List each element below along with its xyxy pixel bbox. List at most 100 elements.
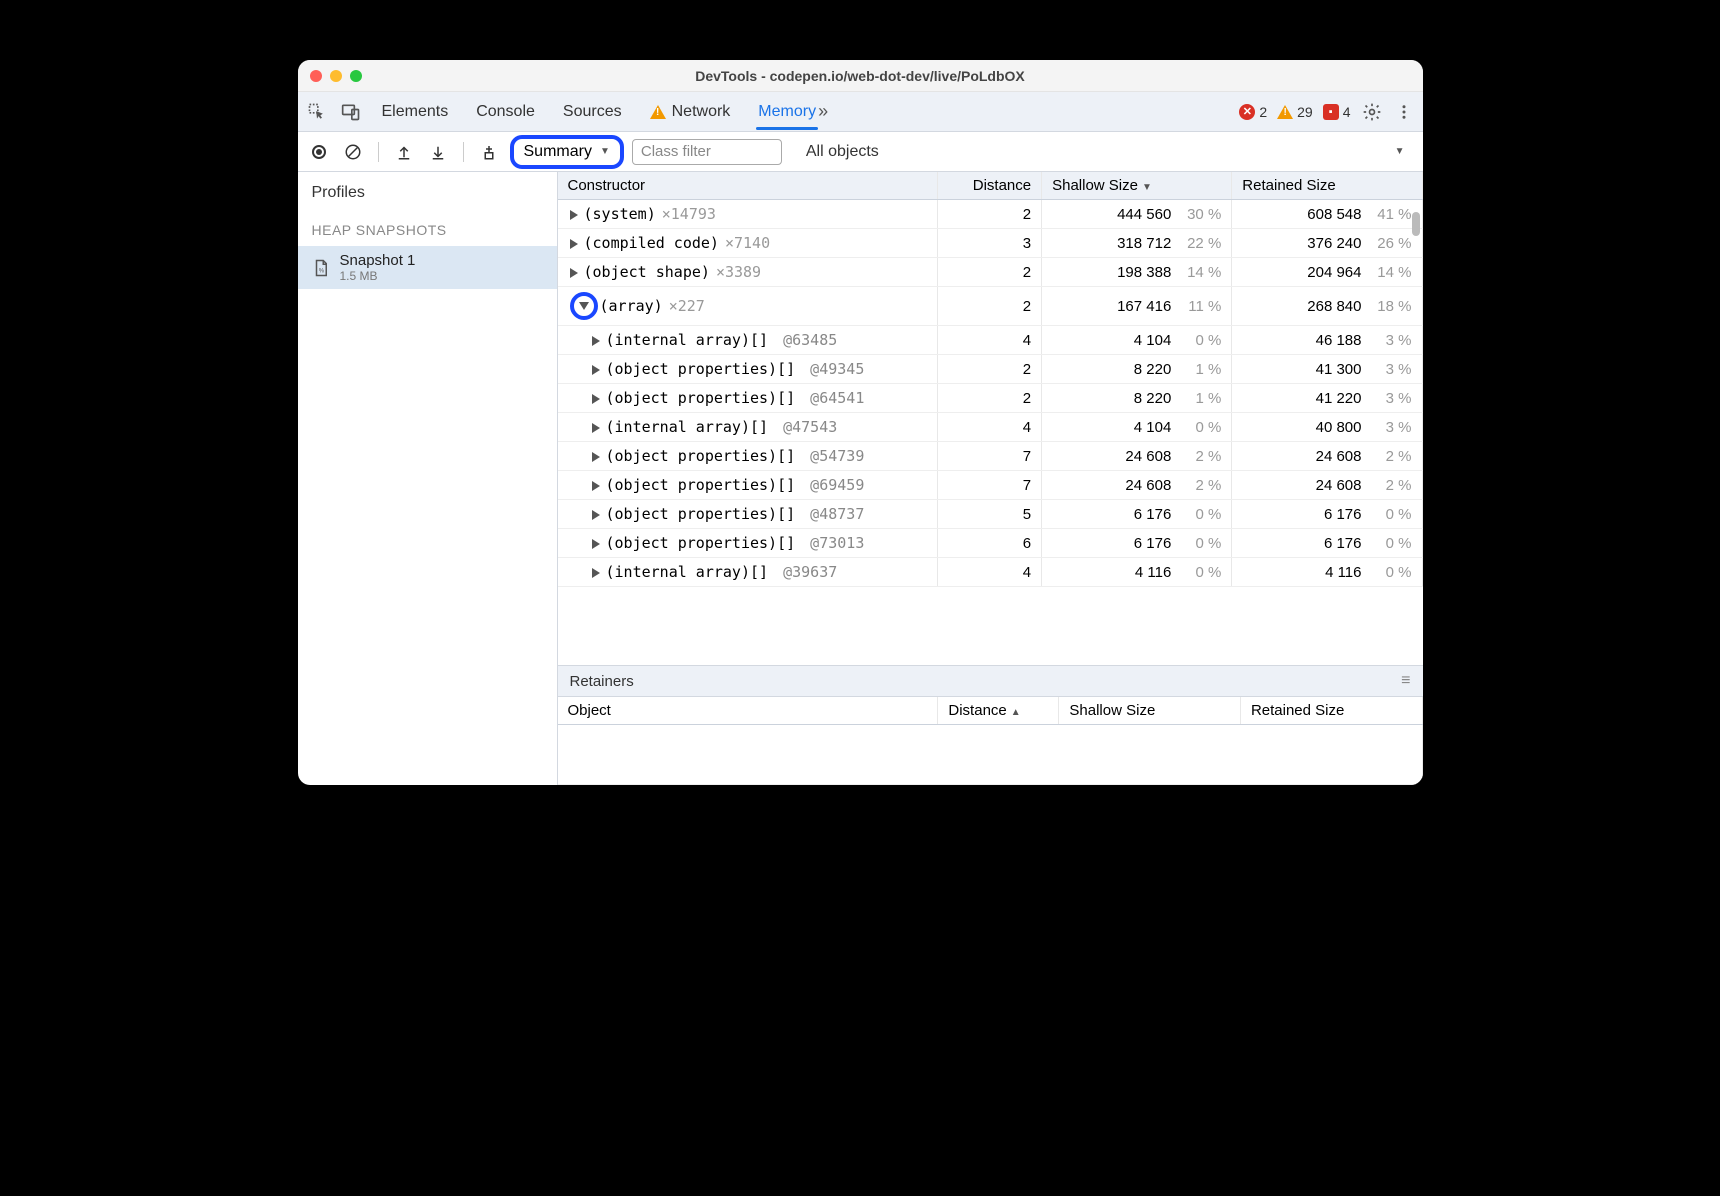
tab-sources[interactable]: Sources <box>561 95 624 129</box>
distance-value: 4 <box>938 558 1042 587</box>
table-row[interactable]: (object properties)[] @69459724 6082 %24… <box>558 471 1423 500</box>
object-ref: @54739 <box>801 447 864 465</box>
header-retained-size[interactable]: Retained Size <box>1232 172 1422 200</box>
profiles-sidebar: Profiles HEAP SNAPSHOTS % Snapshot 1 1.5… <box>298 172 558 785</box>
objects-filter-dropdown[interactable]: All objects <box>806 143 879 161</box>
distance-value: 2 <box>938 355 1042 384</box>
table-row[interactable]: (internal array)[] @6348544 1040 %46 188… <box>558 326 1423 355</box>
snapshot-name: Snapshot 1 <box>340 252 416 269</box>
table-row[interactable]: (object properties)[] @54739724 6082 %24… <box>558 442 1423 471</box>
window-title: DevTools - codepen.io/web-dot-dev/live/P… <box>298 68 1423 84</box>
error-badge[interactable]: ✕2 <box>1239 104 1267 120</box>
disclosure-triangle-icon[interactable] <box>592 568 600 578</box>
device-toolbar-icon[interactable] <box>340 101 362 123</box>
table-row[interactable]: (object properties)[] @4873756 1760 %6 1… <box>558 500 1423 529</box>
constructor-name: (object properties)[] <box>606 476 796 494</box>
inspect-element-icon[interactable] <box>306 101 328 123</box>
gc-button[interactable] <box>476 139 502 165</box>
class-filter-input[interactable] <box>632 139 782 165</box>
table-row[interactable]: (system)×147932444 56030 %608 54841 % <box>558 200 1423 229</box>
clear-button[interactable] <box>340 139 366 165</box>
retained-pct: 0 % <box>1372 564 1412 581</box>
shallow-value: 318 712 <box>1117 235 1171 252</box>
table-row[interactable]: (object properties)[] @6454128 2201 %41 … <box>558 384 1423 413</box>
retainers-header-object[interactable]: Object <box>558 697 938 725</box>
shallow-pct: 0 % <box>1181 332 1221 349</box>
disclosure-triangle-icon[interactable] <box>592 394 600 404</box>
shallow-value: 444 560 <box>1117 206 1171 223</box>
disclosure-triangle-icon[interactable] <box>592 452 600 462</box>
tab-elements[interactable]: Elements <box>380 95 451 129</box>
upload-button[interactable] <box>391 139 417 165</box>
retained-value: 24 608 <box>1316 448 1362 465</box>
table-row[interactable]: (object shape)×33892198 38814 %204 96414… <box>558 258 1423 287</box>
perspective-dropdown[interactable]: Summary ▼ <box>510 135 624 169</box>
record-button[interactable] <box>306 139 332 165</box>
table-row[interactable]: (internal array)[] @4754344 1040 %40 800… <box>558 413 1423 442</box>
retained-value: 268 840 <box>1307 298 1361 315</box>
header-constructor[interactable]: Constructor <box>558 172 938 200</box>
secondary-dropdown-arrow[interactable]: ▼ <box>1395 146 1405 157</box>
instance-count: ×14793 <box>662 205 716 223</box>
constructors-table: Constructor Distance Shallow Size▼ Retai… <box>558 172 1423 587</box>
tab-memory[interactable]: Memory <box>756 95 818 129</box>
distance-value: 2 <box>938 384 1042 413</box>
table-row[interactable]: (object properties)[] @7301366 1760 %6 1… <box>558 529 1423 558</box>
warning-icon <box>650 105 666 119</box>
shallow-pct: 0 % <box>1181 564 1221 581</box>
snapshot-size: 1.5 MB <box>340 269 416 283</box>
disclosure-triangle-icon[interactable] <box>592 481 600 491</box>
disclosure-triangle-icon[interactable] <box>592 510 600 520</box>
disclosure-triangle-icon[interactable] <box>570 210 578 220</box>
retained-value: 4 116 <box>1325 564 1361 581</box>
titlebar: DevTools - codepen.io/web-dot-dev/live/P… <box>298 60 1423 92</box>
distance-value: 4 <box>938 413 1042 442</box>
issues-badge[interactable]: ▪4 <box>1323 104 1351 120</box>
distance-value: 7 <box>938 442 1042 471</box>
chevron-down-icon: ▼ <box>600 146 610 157</box>
disclosure-triangle-icon[interactable] <box>570 239 578 249</box>
profiles-heading: Profiles <box>298 172 557 206</box>
retained-value: 41 220 <box>1316 390 1362 407</box>
scrollbar-thumb[interactable] <box>1412 212 1420 236</box>
gear-icon[interactable] <box>1361 101 1383 123</box>
table-row[interactable]: (array)×2272167 41611 %268 84018 % <box>558 287 1423 326</box>
svg-text:%: % <box>318 268 324 274</box>
retainers-table: Object Distance▲ Shallow Size Retained S… <box>558 697 1423 785</box>
shallow-pct: 1 % <box>1181 361 1221 378</box>
sidebar-item-snapshot[interactable]: % Snapshot 1 1.5 MB <box>298 246 557 289</box>
tab-console[interactable]: Console <box>474 95 537 129</box>
snapshot-file-icon: % <box>312 257 330 279</box>
table-row[interactable]: (internal array)[] @3963744 1160 %4 1160… <box>558 558 1423 587</box>
disclosure-triangle-icon[interactable] <box>592 423 600 433</box>
distance-value: 3 <box>938 229 1042 258</box>
disclosure-triangle-icon[interactable] <box>592 365 600 375</box>
retainers-header-shallow[interactable]: Shallow Size <box>1059 697 1241 725</box>
object-ref: @39637 <box>774 563 837 581</box>
constructor-name: (compiled code) <box>584 234 719 252</box>
download-button[interactable] <box>425 139 451 165</box>
kebab-menu-icon[interactable] <box>1393 101 1415 123</box>
retainers-header-retained[interactable]: Retained Size <box>1240 697 1422 725</box>
retainers-menu-icon[interactable]: ≡ <box>1401 672 1410 690</box>
table-row[interactable]: (compiled code)×71403318 71222 %376 2402… <box>558 229 1423 258</box>
shallow-value: 4 104 <box>1134 332 1172 349</box>
sort-asc-icon: ▲ <box>1011 707 1021 718</box>
more-tabs-icon[interactable]: » <box>818 101 824 122</box>
disclosure-triangle-icon[interactable] <box>592 336 600 346</box>
disclosure-triangle-icon[interactable] <box>592 539 600 549</box>
header-shallow-size[interactable]: Shallow Size▼ <box>1042 172 1232 200</box>
disclosure-triangle-icon[interactable] <box>570 268 578 278</box>
expand-toggle-highlighted[interactable] <box>570 292 598 320</box>
table-row[interactable]: (object properties)[] @4934528 2201 %41 … <box>558 355 1423 384</box>
constructor-name: (object properties)[] <box>606 534 796 552</box>
object-ref: @48737 <box>801 505 864 523</box>
retained-pct: 41 % <box>1372 206 1412 223</box>
retainers-header-distance[interactable]: Distance▲ <box>938 697 1059 725</box>
warning-badge[interactable]: 29 <box>1277 104 1313 120</box>
constructor-name: (internal array)[] <box>606 331 769 349</box>
header-distance[interactable]: Distance <box>938 172 1042 200</box>
disclosure-triangle-icon <box>579 302 589 310</box>
distance-value: 2 <box>938 287 1042 326</box>
tab-network[interactable]: Network <box>648 95 733 129</box>
